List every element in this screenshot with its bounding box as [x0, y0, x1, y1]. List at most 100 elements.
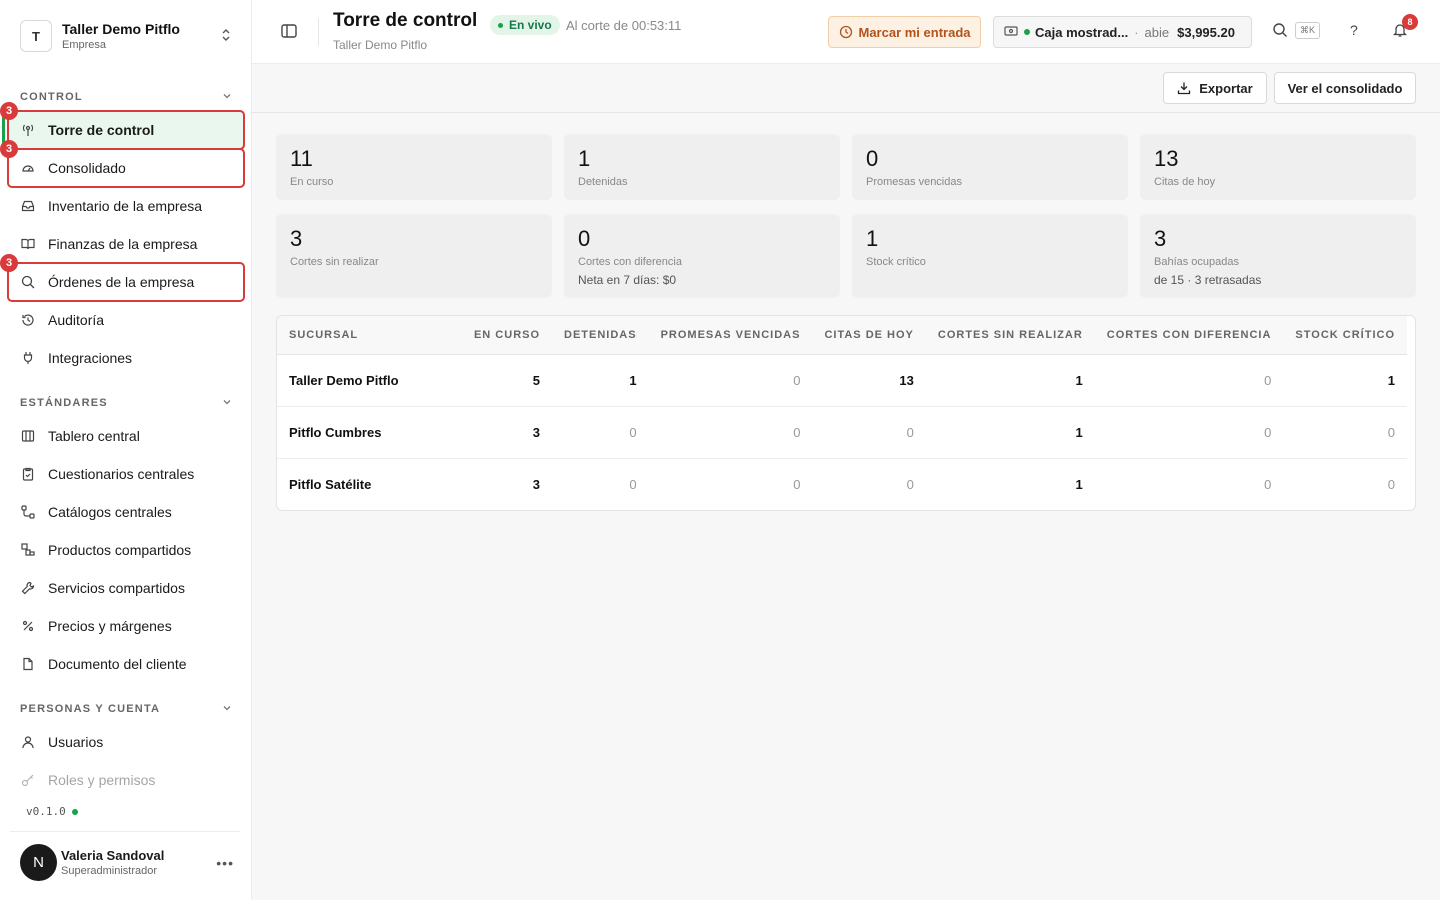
- more-icon[interactable]: •••: [216, 855, 234, 871]
- version-label: v0.1.0: [26, 805, 66, 818]
- table-row[interactable]: Taller Demo Pitflo 5 1 0 13 1 0 1: [277, 354, 1407, 407]
- live-dot: [498, 22, 503, 28]
- percent-icon: [20, 618, 36, 634]
- history-icon: [20, 312, 36, 328]
- sidebar-item-label: Cuestionarios centrales: [48, 466, 195, 482]
- search-icon[interactable]: [1272, 22, 1288, 43]
- sidebar-item-integraciones[interactable]: Integraciones: [8, 339, 244, 377]
- kpi-card-promesas-vencidas[interactable]: 0 Promesas vencidas: [852, 134, 1128, 200]
- cash-status-dot: [1024, 29, 1030, 35]
- annotation-badge: 3: [0, 140, 18, 158]
- mark-entry-label: Marcar mi entrada: [858, 24, 971, 40]
- table-cell: 3: [532, 476, 541, 492]
- sidebar: T Taller Demo Pitflo Empresa CONTROL 3 T…: [0, 0, 252, 900]
- sidebar-item-productos[interactable]: Productos compartidos: [8, 531, 244, 569]
- sidebar-item-finanzas[interactable]: Finanzas de la empresa: [8, 225, 244, 263]
- table-cell: 5: [458, 354, 553, 407]
- kpi-value: 1: [866, 226, 879, 251]
- export-button[interactable]: Exportar: [1163, 72, 1267, 104]
- table-cell: 13: [812, 354, 926, 407]
- table-cell: 0: [812, 406, 926, 459]
- sidebar-item-precios[interactable]: Precios y márgenes: [8, 607, 244, 645]
- page-title: Torre de control: [333, 10, 478, 31]
- boxes-icon: [20, 542, 36, 558]
- table-row[interactable]: Pitflo Satélite 3 0 0 0 1 0 0: [277, 458, 1407, 510]
- sidebar-item-servicios[interactable]: Servicios compartidos: [8, 569, 244, 607]
- table-cell: 0: [793, 476, 801, 492]
- org-name: Taller Demo Pitflo: [62, 21, 180, 37]
- kpi-card-citas-de-hoy[interactable]: 13 Citas de hoy: [1140, 134, 1416, 200]
- sidebar-item-label: Catálogos centrales: [48, 504, 172, 520]
- table-cell: 0: [648, 354, 813, 407]
- section-personas[interactable]: PERSONAS Y CUENTA: [20, 701, 232, 717]
- column-header[interactable]: STOCK CRÍTICO: [1283, 316, 1407, 355]
- gauge-icon: [20, 160, 36, 176]
- sidebar-item-tablero[interactable]: Tablero central: [8, 417, 244, 455]
- sidebar-toggle-icon[interactable]: [280, 22, 300, 42]
- kpi-card-cortes-con-diferencia[interactable]: 0 Cortes con diferencia Neta en 7 días: …: [564, 214, 840, 298]
- table-cell: 1: [925, 354, 1095, 407]
- status-dot: [71, 808, 78, 815]
- sidebar-item-inventario[interactable]: Inventario de la empresa: [8, 187, 244, 225]
- column-header[interactable]: CORTES CON DIFERENCIA: [1094, 316, 1284, 355]
- clipboard-check-icon: [20, 466, 36, 482]
- kpi-value: 3: [1154, 226, 1167, 251]
- cash-register-button[interactable]: Caja mostrad... · abie $3,995.20: [993, 16, 1252, 48]
- sidebar-item-documento[interactable]: Documento del cliente: [8, 645, 244, 683]
- sidebar-item-catalogos[interactable]: Catálogos centrales: [8, 493, 244, 531]
- org-switcher[interactable]: T Taller Demo Pitflo Empresa: [20, 18, 240, 54]
- section-label: PERSONAS Y CUENTA: [20, 703, 161, 715]
- org-avatar: T: [20, 20, 52, 52]
- cash-register-status: abie: [1144, 24, 1170, 40]
- chevron-down-icon: [222, 703, 232, 716]
- column-header[interactable]: SUCURSAL: [277, 316, 459, 355]
- kpi-value: 13: [1154, 146, 1179, 171]
- sidebar-item-cuestionarios[interactable]: Cuestionarios centrales: [8, 455, 244, 493]
- kpi-card-stock-critico[interactable]: 1 Stock crítico: [852, 214, 1128, 298]
- kpi-label: En curso: [290, 176, 334, 188]
- kpi-card-detenidas[interactable]: 1 Detenidas: [564, 134, 840, 200]
- sidebar-item-ordenes[interactable]: 3 Órdenes de la empresa: [0, 254, 245, 302]
- separator: ·: [1134, 24, 1139, 40]
- annotation-badge: 3: [0, 254, 18, 272]
- mark-entry-button[interactable]: Marcar mi entrada: [828, 16, 981, 48]
- branch-name: Taller Demo Pitflo: [277, 354, 459, 407]
- branch-name: Pitflo Cumbres: [277, 406, 459, 459]
- kpi-card-en-curso[interactable]: 11 En curso: [276, 134, 552, 200]
- kpi-detail: Neta en 7 días: $0: [578, 273, 677, 287]
- user-menu[interactable]: N Valeria Sandoval Superadministrador ••…: [20, 843, 240, 881]
- column-header[interactable]: PROMESAS VENCIDAS: [648, 316, 813, 355]
- section-estandares[interactable]: ESTÁNDARES: [20, 395, 232, 411]
- chevron-up-down-icon: [220, 27, 232, 48]
- sidebar-item-label: Integraciones: [48, 350, 133, 366]
- table-cell: 1: [552, 354, 649, 407]
- table-cell: 0: [1264, 476, 1272, 492]
- table-cell: 0: [1094, 354, 1284, 407]
- help-button[interactable]: ?: [1350, 22, 1358, 38]
- user-icon: [20, 734, 36, 750]
- column-header[interactable]: EN CURSO: [458, 316, 553, 355]
- view-consolidated-button[interactable]: Ver el consolidado: [1274, 72, 1416, 104]
- inbox-icon: [20, 198, 36, 214]
- column-header[interactable]: CITAS DE HOY: [812, 316, 926, 355]
- table-cell: 0: [1283, 406, 1407, 459]
- kpi-label: Detenidas: [578, 176, 628, 188]
- sidebar-item-usuarios[interactable]: Usuarios: [8, 723, 244, 761]
- clock-icon: [839, 25, 853, 39]
- branches-table: SUCURSAL EN CURSO DETENIDAS PROMESAS VEN…: [276, 315, 1416, 511]
- kpi-card-bahias-ocupadas[interactable]: 3 Bahías ocupadas de 15 · 3 retrasadas: [1140, 214, 1416, 298]
- table-cell: 0: [552, 406, 649, 459]
- section-control[interactable]: CONTROL: [20, 89, 232, 105]
- column-header[interactable]: DETENIDAS: [552, 316, 649, 355]
- sidebar-item-torre-de-control[interactable]: 3 Torre de control: [0, 102, 245, 150]
- table-row[interactable]: Pitflo Cumbres 3 0 0 0 1 0 0: [277, 406, 1407, 459]
- column-header[interactable]: CORTES SIN REALIZAR: [925, 316, 1095, 355]
- sidebar-item-label: Roles y permisos: [48, 772, 156, 788]
- kpi-card-cortes-sin-realizar[interactable]: 3 Cortes sin realizar: [276, 214, 552, 298]
- sidebar-item-label: Precios y márgenes: [48, 618, 172, 634]
- sidebar-item-auditoria[interactable]: Auditoría: [8, 301, 244, 339]
- sidebar-item-consolidado[interactable]: 3 Consolidado: [0, 140, 245, 188]
- kpi-value: 1: [578, 146, 591, 171]
- sidebar-item-roles[interactable]: Roles y permisos: [8, 761, 244, 799]
- export-label: Exportar: [1199, 80, 1253, 96]
